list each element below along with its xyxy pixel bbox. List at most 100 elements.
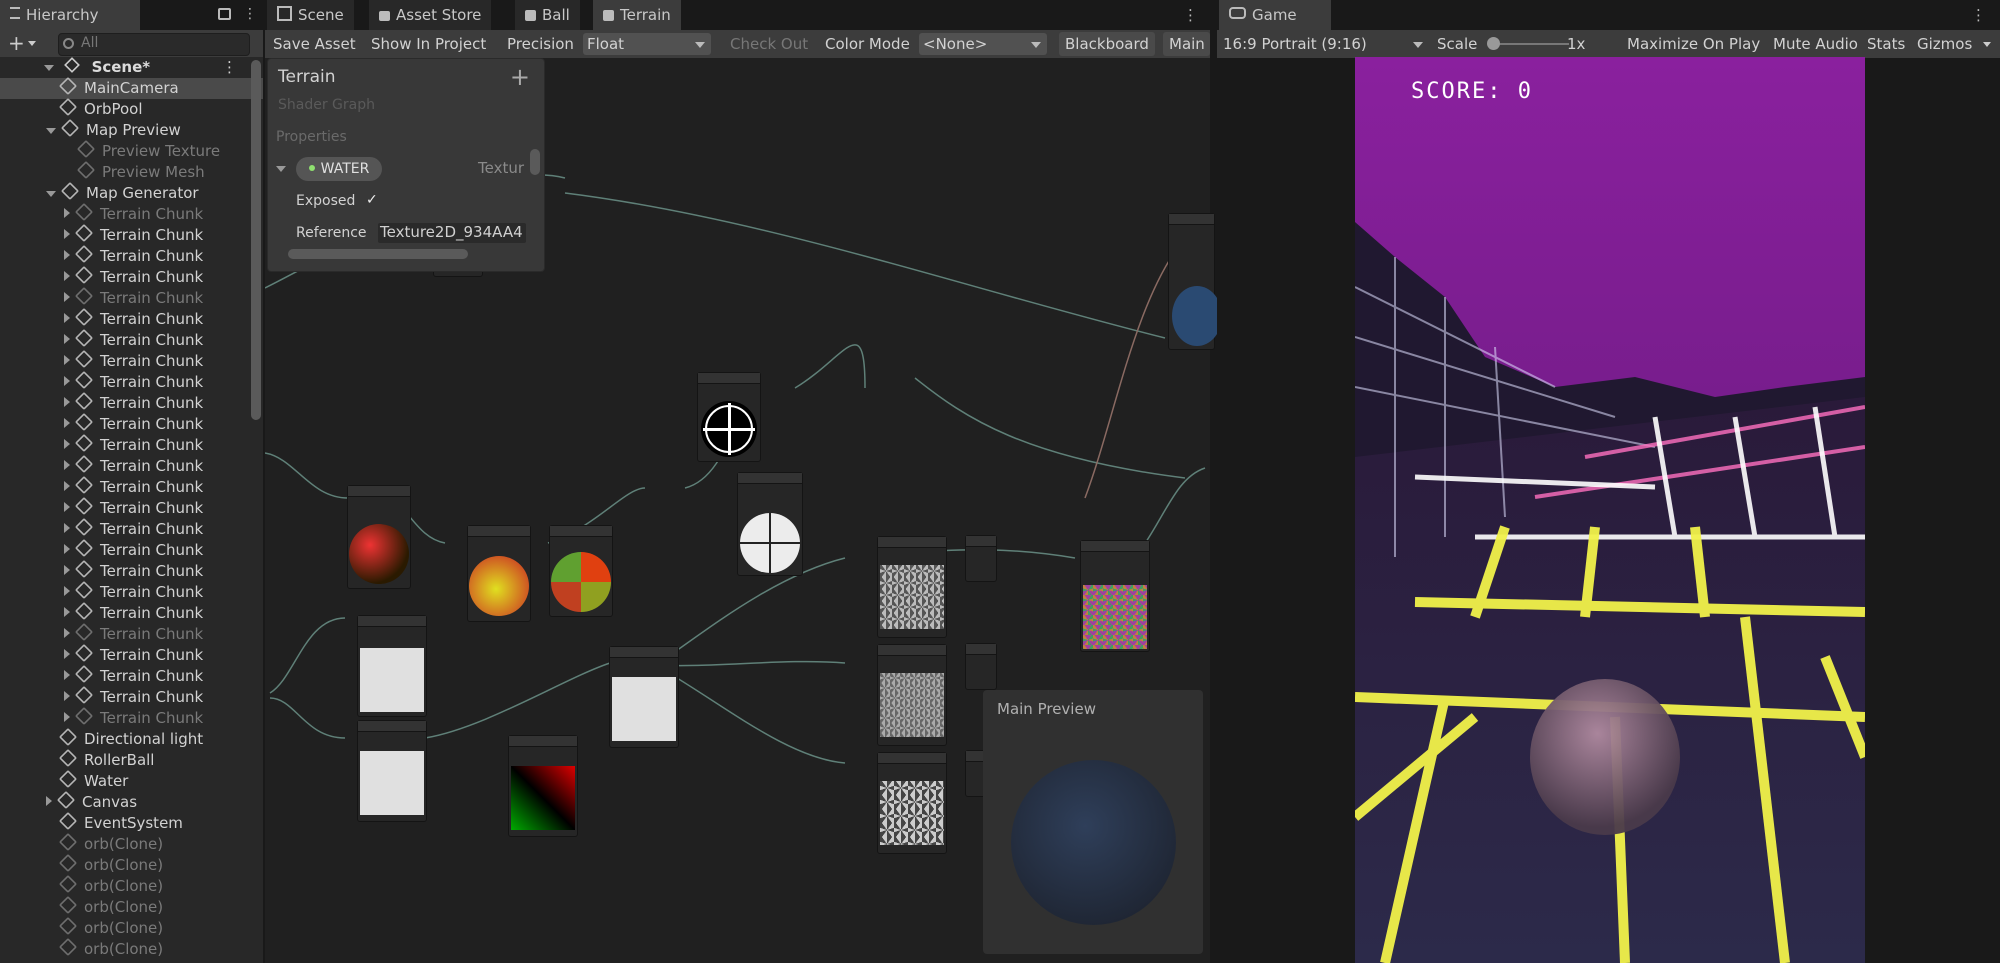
hierarchy-item[interactable]: orb(Clone) <box>0 853 263 876</box>
lock-icon[interactable] <box>218 8 231 20</box>
shader-node[interactable] <box>357 615 427 717</box>
more-menu-icon[interactable]: ⋮ <box>1971 6 1986 24</box>
hierarchy-item[interactable]: Terrain Chunk <box>0 517 263 540</box>
add-icon[interactable]: + <box>8 31 25 55</box>
hierarchy-item[interactable]: OrbPool <box>0 97 263 120</box>
more-menu-icon[interactable]: ⋮ <box>243 6 257 22</box>
expand-arrow-icon[interactable] <box>64 271 70 281</box>
shader-node[interactable] <box>467 525 531 622</box>
hierarchy-item[interactable]: Directional light <box>0 727 263 750</box>
expand-arrow-icon[interactable] <box>64 628 70 638</box>
horizontal-scrollbar[interactable] <box>288 249 468 259</box>
small-node[interactable] <box>965 643 997 690</box>
hierarchy-item[interactable]: Terrain Chunk <box>0 370 263 393</box>
hierarchy-item[interactable]: Terrain Chunk <box>0 244 263 267</box>
expand-arrow-icon[interactable] <box>64 376 70 386</box>
show-in-project-button[interactable]: Show In Project <box>365 32 493 56</box>
stats-button[interactable]: Stats <box>1867 32 1905 56</box>
save-asset-button[interactable]: Save Asset <box>267 32 362 56</box>
shader-node[interactable] <box>549 525 613 617</box>
hierarchy-item[interactable]: Terrain Chunk <box>0 391 263 414</box>
expand-arrow-icon[interactable] <box>64 607 70 617</box>
hierarchy-item[interactable]: Preview Mesh <box>0 160 263 183</box>
main-preview-panel[interactable]: Main Preview <box>983 690 1203 954</box>
search-input[interactable]: All <box>58 33 250 56</box>
hierarchy-item[interactable]: orb(Clone) <box>0 832 263 855</box>
scene-row[interactable]: Scene* ⋮ <box>0 57 263 78</box>
hierarchy-item[interactable]: Terrain Chunk <box>0 307 263 330</box>
expand-arrow-icon[interactable] <box>64 544 70 554</box>
expand-arrow-icon[interactable] <box>64 460 70 470</box>
hierarchy-item[interactable]: orb(Clone) <box>0 895 263 918</box>
noise-node[interactable] <box>877 536 947 638</box>
chevron-down-icon[interactable] <box>1983 42 1991 47</box>
hierarchy-item[interactable]: Terrain Chunk <box>0 223 263 246</box>
expand-arrow-icon[interactable] <box>64 649 70 659</box>
exposed-checkbox[interactable]: ✓ <box>366 193 380 207</box>
hierarchy-item[interactable]: Water <box>0 769 263 792</box>
hierarchy-item[interactable]: Terrain Chunk <box>0 496 263 519</box>
expand-arrow-icon[interactable] <box>64 712 70 722</box>
color-mode-dropdown[interactable]: <None> <box>919 33 1047 55</box>
hierarchy-scrollbar[interactable] <box>251 60 261 420</box>
expand-arrow-icon[interactable] <box>276 166 286 172</box>
hierarchy-item[interactable]: Terrain Chunk <box>0 538 263 561</box>
expand-arrow-icon[interactable] <box>64 439 70 449</box>
noise-node[interactable] <box>877 644 947 746</box>
hierarchy-item[interactable]: Canvas <box>0 790 263 813</box>
maximize-on-play-button[interactable]: Maximize On Play <box>1627 32 1760 56</box>
tab-game[interactable]: Game <box>1219 0 1331 30</box>
expand-arrow-icon[interactable] <box>64 208 70 218</box>
hierarchy-item[interactable]: MainCamera <box>0 76 263 99</box>
check-out-button[interactable]: Check Out <box>730 32 808 56</box>
expand-arrow-icon[interactable] <box>64 229 70 239</box>
collapse-arrow-icon[interactable] <box>46 128 56 134</box>
more-menu-icon[interactable]: ⋮ <box>1183 6 1198 24</box>
shader-node[interactable] <box>508 735 578 837</box>
hierarchy-item[interactable]: Terrain Chunk <box>0 685 263 708</box>
hierarchy-item[interactable]: Terrain Chunk <box>0 265 263 288</box>
vertical-scrollbar[interactable] <box>530 149 540 175</box>
expand-arrow-icon[interactable] <box>64 250 70 260</box>
gizmos-button[interactable]: Gizmos <box>1917 32 1972 56</box>
tab-terrain[interactable]: Terrain <box>593 0 681 30</box>
expand-arrow-icon[interactable] <box>64 355 70 365</box>
expand-arrow-icon[interactable] <box>46 796 52 806</box>
hierarchy-item[interactable]: orb(Clone) <box>0 916 263 939</box>
expand-arrow-icon[interactable] <box>64 502 70 512</box>
master-node[interactable] <box>1168 213 1222 350</box>
hierarchy-item[interactable]: Terrain Chunk <box>0 622 263 645</box>
hierarchy-item[interactable]: Terrain Chunk <box>0 601 263 624</box>
reference-field[interactable]: Texture2D_934AA4 <box>378 223 526 243</box>
expand-arrow-icon[interactable] <box>64 565 70 575</box>
hierarchy-item[interactable]: Terrain Chunk <box>0 559 263 582</box>
game-viewport[interactable]: SCORE: 0 <box>1355 57 1865 963</box>
mute-audio-button[interactable]: Mute Audio <box>1773 32 1858 56</box>
expand-arrow-icon[interactable] <box>64 481 70 491</box>
small-node[interactable] <box>965 535 997 582</box>
hierarchy-item[interactable]: Terrain Chunk <box>0 580 263 603</box>
expand-arrow-icon[interactable] <box>44 65 54 71</box>
hierarchy-item[interactable]: Terrain Chunk <box>0 643 263 666</box>
expand-arrow-icon[interactable] <box>64 292 70 302</box>
blackboard-button[interactable]: Blackboard <box>1059 32 1155 56</box>
hierarchy-item[interactable]: Map Generator <box>0 181 263 204</box>
expand-arrow-icon[interactable] <box>64 670 70 680</box>
scale-slider[interactable] <box>1487 37 1569 50</box>
tab-hierarchy[interactable]: Hierarchy <box>0 0 140 30</box>
tab-ball[interactable]: Ball <box>515 0 580 30</box>
hierarchy-item[interactable]: Terrain Chunk <box>0 706 263 729</box>
hierarchy-item[interactable]: Terrain Chunk <box>0 328 263 351</box>
hierarchy-item[interactable]: Terrain Chunk <box>0 349 263 372</box>
hierarchy-item[interactable]: Terrain Chunk <box>0 202 263 225</box>
hierarchy-item[interactable]: RollerBall <box>0 748 263 771</box>
hierarchy-item[interactable]: Map Preview <box>0 118 263 141</box>
collapse-arrow-icon[interactable] <box>46 191 56 197</box>
add-property-button[interactable]: + <box>510 63 530 91</box>
shader-node[interactable] <box>697 372 761 462</box>
expand-arrow-icon[interactable] <box>64 334 70 344</box>
hierarchy-item[interactable]: Terrain Chunk <box>0 475 263 498</box>
expand-arrow-icon[interactable] <box>64 691 70 701</box>
hierarchy-item[interactable]: orb(Clone) <box>0 937 263 960</box>
slider-handle[interactable] <box>1487 37 1500 50</box>
